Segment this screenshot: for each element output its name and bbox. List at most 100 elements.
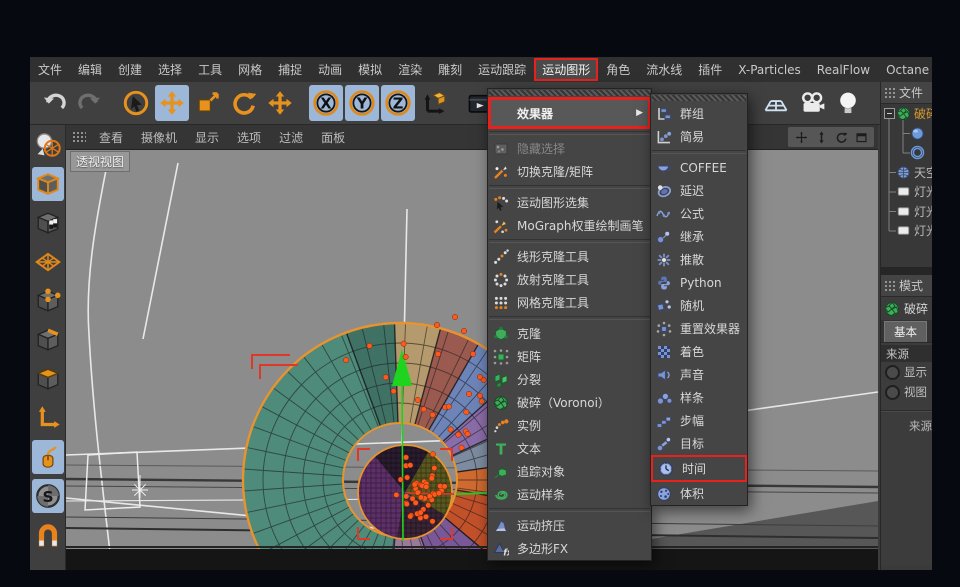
menu-item-效果器[interactable]: 效果器▶ (488, 97, 651, 129)
menu-item-样条[interactable]: 样条 (651, 386, 747, 409)
attribute-manager-header[interactable]: 模式 (881, 275, 932, 297)
menu-item-Python[interactable]: Python (651, 271, 747, 294)
menu-item-运动图形选集[interactable]: 运动图形选集 (488, 191, 651, 214)
menu-item-体积[interactable]: 体积 (651, 482, 747, 505)
menu-item-重置效果器[interactable]: 重置效果器 (651, 317, 747, 340)
maximize-button[interactable] (852, 128, 870, 146)
viewport-menu-摄像机[interactable]: 摄像机 (132, 126, 186, 149)
enable-axis-button[interactable] (32, 401, 64, 435)
menu-item-时间[interactable]: 时间 (651, 455, 747, 482)
menubar-item-捕捉[interactable]: 捕捉 (270, 57, 310, 82)
floor-grid-button[interactable] (759, 85, 793, 121)
menu-item-线形克隆工具[interactable]: 线形克隆工具 (488, 245, 651, 268)
viewport-canvas[interactable]: 透视视图 (66, 149, 878, 570)
menubar-item-网格[interactable]: 网格 (230, 57, 270, 82)
object-row-天空[interactable]: 天空 (881, 163, 932, 183)
viewport-menu-面板[interactable]: 面板 (312, 126, 354, 149)
viewport-menu-显示[interactable]: 显示 (186, 126, 228, 149)
radio-option-显示[interactable]: 显示 (881, 362, 932, 382)
menu-item-随机[interactable]: 随机 (651, 294, 747, 317)
menubar-item-模拟[interactable]: 模拟 (350, 57, 390, 82)
object-manager-menu[interactable]: 文件 (899, 84, 923, 101)
make-editable-button[interactable] (32, 128, 64, 162)
menu-item-克隆[interactable]: 克隆 (488, 322, 651, 345)
menu-tearoff-strip[interactable] (652, 95, 746, 101)
viewport-menu-选项[interactable]: 选项 (228, 126, 270, 149)
viewport-panel[interactable]: 查看摄像机显示选项过滤面板 透视视图 (66, 125, 878, 570)
menu-item-矩阵[interactable]: 矩阵 (488, 345, 651, 368)
viewport-menu-查看[interactable]: 查看 (90, 126, 132, 149)
texture-mode-button[interactable] (32, 206, 64, 240)
viewport-solo-button[interactable] (32, 440, 64, 474)
object-row-child-1[interactable] (881, 124, 932, 144)
redo-button[interactable] (73, 85, 107, 121)
menubar-item-RealFlow[interactable]: RealFlow (809, 59, 878, 81)
radio-option-视图[interactable]: 视图 (881, 382, 932, 402)
menu-item-推散[interactable]: 推散 (651, 248, 747, 271)
x-axis-toggle-button[interactable]: X (309, 85, 343, 121)
y-axis-toggle-button[interactable]: Y (345, 85, 379, 121)
object-row-灯光[interactable]: 灯光 (881, 221, 932, 241)
menu-tearoff-strip[interactable] (489, 90, 650, 96)
menu-item-实例[interactable]: 实例 (488, 414, 651, 437)
snap-button[interactable]: S (32, 479, 64, 513)
menu-item-分裂[interactable]: 分裂 (488, 368, 651, 391)
polygons-mode-button[interactable] (32, 362, 64, 396)
object-manager-header[interactable]: 文件 (881, 82, 932, 104)
menu-item-步幅[interactable]: 步幅 (651, 409, 747, 432)
menu-item-运动挤压[interactable]: 运动挤压 (488, 514, 651, 537)
magnet-button[interactable] (32, 518, 64, 552)
live-selection-button[interactable] (119, 85, 153, 121)
attribute-mode-menu[interactable]: 模式 (899, 277, 923, 294)
radio-icon[interactable] (885, 365, 900, 380)
object-row-灯光[interactable]: 灯光 (881, 202, 932, 222)
move-alt-button[interactable] (263, 85, 297, 121)
menubar-item-运动跟踪[interactable]: 运动跟踪 (470, 57, 534, 82)
menu-item-切换克隆/矩阵[interactable]: 切换克隆/矩阵 (488, 160, 651, 183)
menu-item-目标[interactable]: 目标 (651, 432, 747, 455)
menubar-item-工具[interactable]: 工具 (190, 57, 230, 82)
menu-item-多边形FX[interactable]: fx多边形FX (488, 537, 651, 560)
drag-grip-icon[interactable] (72, 131, 86, 143)
light-button[interactable] (831, 85, 865, 121)
rotate-button[interactable] (227, 85, 261, 121)
menubar-item-动画[interactable]: 动画 (310, 57, 350, 82)
model-mode-button[interactable] (32, 167, 64, 201)
menu-item-MoGraph权重绘制画笔[interactable]: MoGraph权重绘制画笔 (488, 214, 651, 237)
menubar-item-创建[interactable]: 创建 (110, 57, 150, 82)
workplane-mode-button[interactable] (32, 245, 64, 279)
tab-basic[interactable]: 基本 (884, 321, 927, 342)
coordinate-system-button[interactable] (417, 85, 451, 121)
menubar-item-文件[interactable]: 文件 (30, 57, 70, 82)
menubar-item-插件[interactable]: 插件 (690, 57, 730, 82)
menu-item-文本[interactable]: T文本 (488, 437, 651, 460)
menu-item-破碎（Voronoi）[interactable]: 破碎（Voronoi） (488, 391, 651, 414)
points-mode-button[interactable] (32, 284, 64, 318)
rotate-view-button[interactable] (832, 128, 850, 146)
camera-button[interactable] (795, 85, 829, 121)
object-row-破碎[interactable]: 破碎 (881, 104, 932, 124)
z-axis-toggle-button[interactable]: Z (381, 85, 415, 121)
menubar-item-流水线[interactable]: 流水线 (638, 57, 690, 82)
undo-button[interactable] (37, 85, 71, 121)
expander-icon[interactable] (884, 108, 895, 119)
menu-item-放射克隆工具[interactable]: 放射克隆工具 (488, 268, 651, 291)
object-row-child-2[interactable] (881, 143, 932, 163)
menubar-item-角色[interactable]: 角色 (598, 57, 638, 82)
menu-item-运动样条[interactable]: 运动样条 (488, 483, 651, 506)
menu-item-延迟[interactable]: 延迟 (651, 179, 747, 202)
menu-item-声音[interactable]: 声音 (651, 363, 747, 386)
move-button[interactable] (155, 85, 189, 121)
menu-item-着色[interactable]: 着色 (651, 340, 747, 363)
pan-button[interactable] (792, 128, 810, 146)
menubar-item-雕刻[interactable]: 雕刻 (430, 57, 470, 82)
scale-button[interactable] (191, 85, 225, 121)
zoom-button[interactable] (812, 128, 830, 146)
menu-item-COFFEE[interactable]: COFFEE (651, 156, 747, 179)
radio-icon[interactable] (885, 385, 900, 400)
menubar-item-编辑[interactable]: 编辑 (70, 57, 110, 82)
menu-item-追踪对象[interactable]: 追踪对象 (488, 460, 651, 483)
object-row-灯光[interactable]: 灯光 (881, 182, 932, 202)
menu-item-网格克隆工具[interactable]: 网格克隆工具 (488, 291, 651, 314)
edges-mode-button[interactable] (32, 323, 64, 357)
